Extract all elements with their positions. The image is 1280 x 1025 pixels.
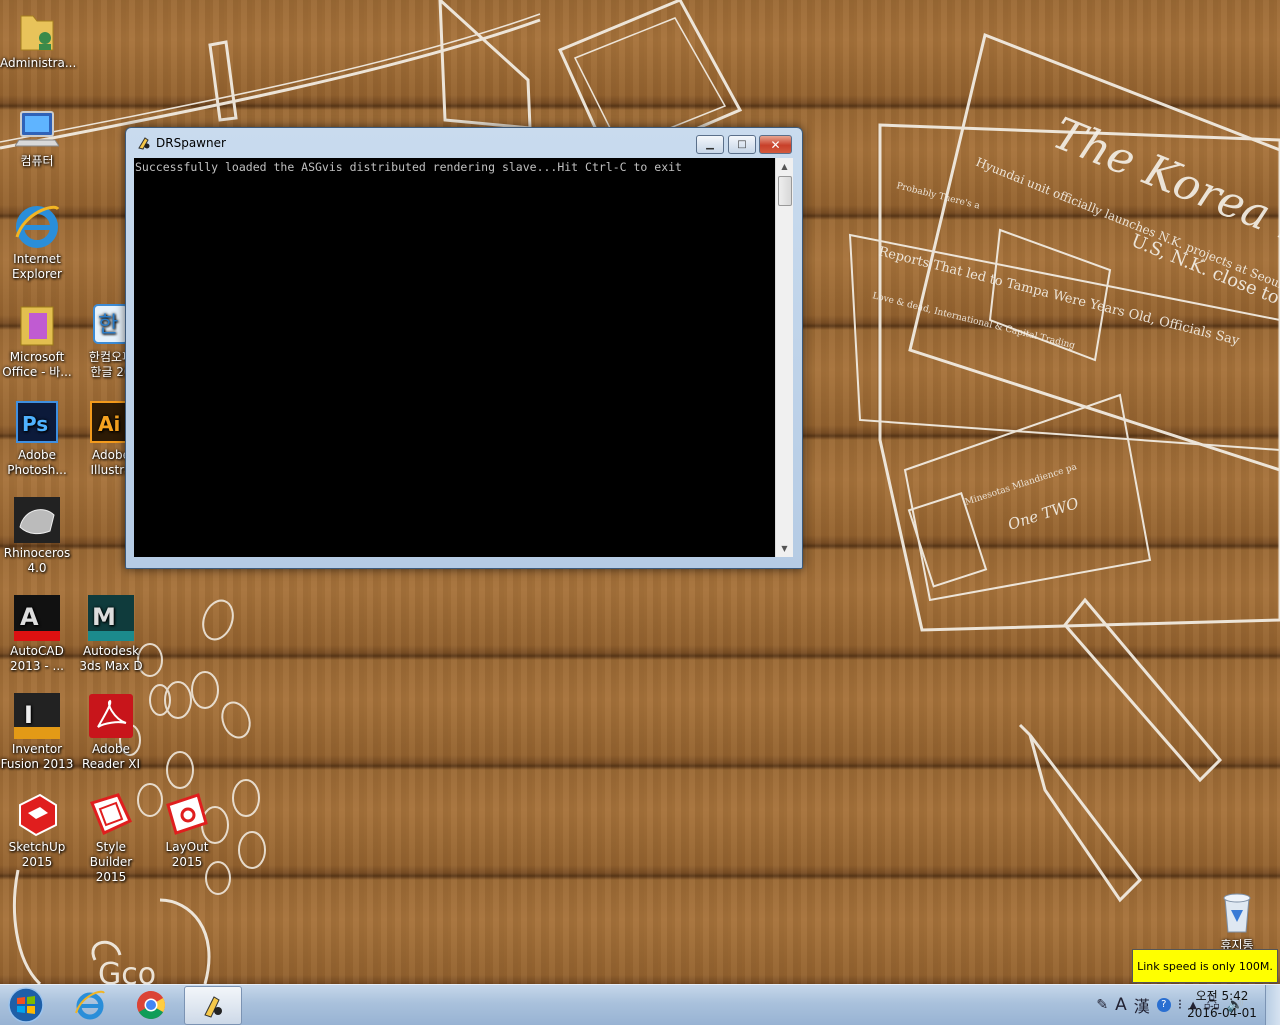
maximize-icon: □ [737,139,747,150]
desktop-icon-inventor[interactable]: I Inventor Fusion 2013 [0,692,74,772]
desktop-icon-administrator[interactable]: Administra... [0,6,77,71]
icon-label: SketchUp 2015 [8,840,66,869]
desktop[interactable]: The Korea herald Hyundai unit officially… [0,0,1280,984]
desktop-icon-3dsmax[interactable]: M Autodesk 3ds Max D [74,594,148,674]
show-desktop-button[interactable] [1265,985,1280,1025]
style-builder-icon [87,790,135,838]
ime-tool-icon[interactable]: ✎ [1096,997,1108,1013]
icon-label: Microsoft Office - 바... [2,350,72,379]
rhinoceros-icon [13,496,61,544]
adobe-reader-icon [87,692,135,740]
svg-text:Ps: Ps [22,412,48,436]
console-scrollbar[interactable]: ▲ ▼ [775,158,793,557]
desktop-icon-rhinoceros[interactable]: Rhinoceros 4.0 [0,496,74,576]
desktop-icon-internet-explorer[interactable]: Internet Explorer [0,202,74,282]
taskbar-internet-explorer[interactable] [62,986,118,1023]
notification-text: Link speed is only 100M. [1137,959,1273,973]
wallpaper-headline3: Reports That led to Tampa Were Years Old… [877,244,1241,348]
folder-icon [13,300,61,348]
icon-label: Adobe Reader XI [81,742,141,771]
computer-icon [13,104,61,152]
start-button[interactable] [4,986,48,1024]
icon-label: Administra... [0,56,77,70]
clock-date: 2016-04-01 [1187,1006,1257,1020]
windows-logo-icon [8,987,44,1023]
minimize-button[interactable]: ▁ [696,135,724,154]
window-titlebar[interactable]: DRSpawner ▁ □ ✕ [126,128,802,158]
icon-label: Adobe Photosh... [7,448,67,477]
internet-explorer-icon [13,202,61,250]
layout-icon [163,790,211,838]
scroll-down-icon[interactable]: ▼ [776,540,793,557]
desktop-icon-layout[interactable]: LayOut 2015 [150,790,224,870]
wallpaper-headline2: U.S, N.K. close to nu [1128,230,1280,319]
autocad-icon: A [13,594,61,642]
wallpaper-sub: Love & dead, International & Capital Tra… [871,291,1076,351]
taskbar-chrome[interactable] [123,986,179,1023]
internet-explorer-icon [75,990,105,1019]
wallpaper-box: One TWO [1006,494,1081,534]
desktop-icon-photoshop[interactable]: Ps Adobe Photosh... [0,398,74,478]
icon-label: Rhinoceros 4.0 [3,546,71,575]
sketchup-icon [13,790,61,838]
svg-text:M: M [92,603,116,631]
chrome-icon [137,990,165,1019]
photoshop-icon: Ps [13,398,61,446]
icon-label: 컴퓨터 [20,154,54,168]
taskbar-clock[interactable]: 오전 5:42 2016-04-01 [1184,988,1260,1022]
icon-label: Internet Explorer [12,252,62,281]
close-icon: ✕ [770,137,781,152]
desktop-icon-adobe-reader[interactable]: Adobe Reader XI [74,692,148,772]
close-button[interactable]: ✕ [759,135,792,154]
desktop-icon-style-builder[interactable]: Style Builder 2015 [74,790,148,885]
scroll-thumb[interactable] [778,176,792,206]
scroll-up-icon[interactable]: ▲ [776,158,793,175]
wallpaper-side: Probably There's a [895,181,981,212]
svg-text:I: I [24,701,33,729]
svg-text:Ai: Ai [98,412,120,436]
notification-balloon[interactable]: Link speed is only 100M. [1132,949,1278,983]
help-icon[interactable]: ? [1156,998,1171,1012]
desktop-icon-ms-office[interactable]: Microsoft Office - 바... [0,300,74,380]
desktop-icon-autocad[interactable]: A AutoCAD 2013 - ... [0,594,74,674]
user-folder-icon [13,6,61,54]
icon-label: AutoCAD 2013 - ... [10,644,64,673]
wallpaper-masthead: The Korea herald [1046,108,1280,300]
minimize-icon: ▁ [706,139,714,150]
drspawner-app-icon [138,137,150,150]
ime-options-icon[interactable]: ⁝ [1178,997,1182,1013]
drspawner-window[interactable]: DRSpawner ▁ □ ✕ Successfully loaded the … [125,127,803,569]
taskbar-drspawner[interactable] [184,986,242,1025]
window-title: DRSpawner [156,136,226,150]
inventor-icon: I [13,692,61,740]
taskbar: ✎ A 漢 ? ⁝ ▲ 🖧 🔊 오전 5:42 2016-04-01 [0,984,1280,1025]
3dsmax-icon: M [87,594,135,642]
icon-label: Autodesk 3ds Max D [79,644,143,673]
desktop-icon-computer[interactable]: 컴퓨터 [0,104,74,169]
wallpaper-cup-text: Gco [98,957,156,984]
maximize-button[interactable]: □ [728,135,756,154]
wallpaper-box2: Minesotas Mlandience pa [964,462,1079,508]
desktop-icon-sketchup[interactable]: SketchUp 2015 [0,790,74,870]
recycle-bin-icon [1213,888,1261,936]
clock-time: 오전 5:42 [1195,989,1249,1003]
svg-text:한: 한 [98,313,118,338]
console-output[interactable]: Successfully loaded the ASGvis distribut… [134,158,775,557]
desktop-icon-recycle-bin[interactable]: 휴지통 [1200,888,1274,953]
drspawner-icon [204,995,222,1018]
wallpaper-headline1: Hyundai unit officially launches N.K. pr… [974,155,1280,315]
svg-text:A: A [20,603,39,631]
icon-label: Inventor Fusion 2013 [0,742,74,771]
icon-label: LayOut 2015 [165,840,209,869]
console-line: Successfully loaded the ASGvis distribut… [135,160,682,174]
ime-hanja[interactable]: 漢 [1134,993,1150,1017]
ime-mode-a[interactable]: A [1115,995,1127,1015]
icon-label: Style Builder 2015 [89,840,133,884]
